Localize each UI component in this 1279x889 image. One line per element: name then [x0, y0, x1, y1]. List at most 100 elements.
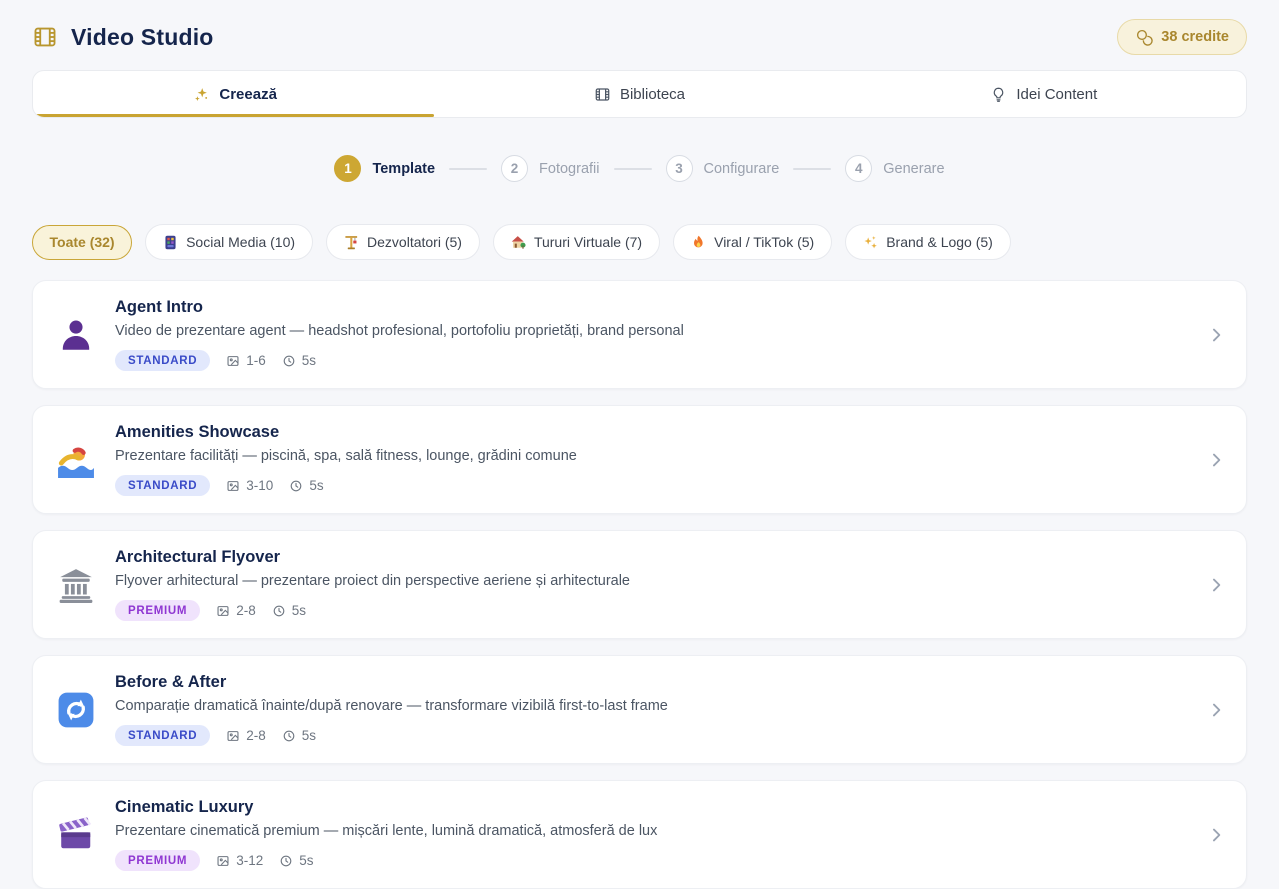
chevron-right-icon	[1206, 575, 1226, 595]
template-description: Comparație dramatică înainte/după renova…	[115, 698, 1194, 714]
step-label: Template	[372, 161, 435, 177]
template-description: Video de prezentare agent — headshot pro…	[115, 323, 1194, 339]
chevron-right-icon	[1206, 700, 1226, 720]
template-list: Agent Intro Video de prezentare agent — h…	[32, 280, 1247, 889]
tab-label: Creează	[219, 86, 277, 103]
filter-chip-viral-tiktok-5[interactable]: Viral / TikTok (5)	[673, 224, 832, 260]
card-body: Cinematic Luxury Prezentare cinematică pr…	[115, 798, 1194, 871]
tab-creeaz[interactable]: Creează	[33, 71, 437, 117]
photo-count: 2-8	[216, 603, 256, 618]
video-studio-page: Video Studio 38 credite Creează Bibliotec…	[0, 0, 1279, 889]
template-title: Amenities Showcase	[115, 423, 1194, 442]
card-body: Amenities ShowcasePrezentare facilități …	[115, 423, 1194, 496]
image-icon	[216, 604, 230, 618]
template-card-architectural-flyover[interactable]: Architectural Flyover Flyover arhitectura…	[32, 530, 1247, 639]
house-icon	[511, 235, 526, 250]
photo-count: 3-12	[216, 853, 263, 868]
template-description: Prezentare cinematică premium — mișcări …	[115, 823, 1194, 839]
bulb-icon	[990, 86, 1007, 103]
photo-count: 1-6	[226, 353, 266, 368]
clapper-icon	[57, 816, 115, 854]
card-meta: STANDARD 1-6 5s	[115, 350, 1194, 371]
filter-chip-brand-logo-5[interactable]: Brand & Logo (5)	[845, 224, 1011, 260]
step-connector	[614, 168, 652, 170]
tier-badge: STANDARD	[115, 475, 210, 496]
tab-label: Biblioteca	[620, 86, 685, 103]
photo-count-value: 2-8	[236, 603, 256, 618]
duration: 5s	[282, 728, 316, 743]
duration-value: 5s	[302, 353, 316, 368]
filter-chip-social-media-10[interactable]: Social Media (10)	[145, 224, 313, 260]
step-configurare: 3Configurare	[666, 155, 780, 182]
card-meta: PREMIUM3-125s	[115, 850, 1194, 871]
step-connector	[449, 168, 487, 170]
template-description: Flyover arhitectural — prezentare proiec…	[115, 573, 1194, 589]
template-card-amenities-showcase[interactable]: Amenities ShowcasePrezentare facilități …	[32, 405, 1247, 514]
photo-count-value: 2-8	[246, 728, 266, 743]
tab-biblioteca[interactable]: Biblioteca	[437, 71, 841, 117]
page-title: Video Studio	[71, 24, 214, 51]
photo-count-value: 3-10	[246, 478, 273, 493]
crane-icon	[344, 235, 359, 250]
header: Video Studio 38 credite	[32, 14, 1247, 60]
film-icon	[594, 86, 611, 103]
chip-label: Dezvoltatori (5)	[367, 234, 462, 250]
image-icon	[226, 479, 240, 493]
sparkles-icon	[863, 235, 878, 250]
step-connector	[793, 168, 831, 170]
credits-badge[interactable]: 38 credite	[1117, 19, 1247, 55]
template-title: Agent Intro	[115, 298, 1194, 317]
duration: 5s	[282, 353, 316, 368]
photo-count-value: 1-6	[246, 353, 266, 368]
template-title: Cinematic Luxury	[115, 798, 1194, 817]
tier-badge: STANDARD	[115, 350, 210, 371]
clock-icon	[279, 854, 293, 868]
clock-icon	[289, 479, 303, 493]
credits-label: 38 credite	[1161, 29, 1229, 45]
step-generare: 4Generare	[845, 155, 944, 182]
agent-icon	[57, 316, 115, 354]
wizard-stepper: 1 Template 2Fotografii 3Configurare 4Generar…	[32, 155, 1247, 182]
step-template: 1 Template	[334, 155, 435, 182]
social-icon	[163, 235, 178, 250]
duration-value: 5s	[299, 853, 313, 868]
duration-value: 5s	[292, 603, 306, 618]
filter-chip-dezvoltatori-5[interactable]: Dezvoltatori (5)	[326, 224, 480, 260]
tab-idei-content[interactable]: Idei Content	[842, 71, 1246, 117]
chip-label: Viral / TikTok (5)	[714, 234, 814, 250]
step-fotografii: 2Fotografii	[501, 155, 599, 182]
template-title: Architectural Flyover	[115, 548, 1194, 567]
template-card-agent-intro[interactable]: Agent Intro Video de prezentare agent — h…	[32, 280, 1247, 389]
chevron-right-icon	[1206, 450, 1226, 470]
tab-bar: Creează Biblioteca Idei Content	[32, 70, 1247, 118]
duration-value: 5s	[302, 728, 316, 743]
swimmer-icon	[57, 441, 115, 479]
template-card-cinematic-luxury[interactable]: Cinematic Luxury Prezentare cinematică pr…	[32, 780, 1247, 889]
tab-label: Idei Content	[1016, 86, 1097, 103]
image-icon	[216, 854, 230, 868]
card-body: Agent Intro Video de prezentare agent — h…	[115, 298, 1194, 371]
duration: 5s	[279, 853, 313, 868]
template-card-before-after[interactable]: Before & AfterComparație dramatică înain…	[32, 655, 1247, 764]
step-number: 1	[334, 155, 361, 182]
photo-count: 2-8	[226, 728, 266, 743]
coins-icon	[1135, 28, 1153, 46]
chip-label: Social Media (10)	[186, 234, 295, 250]
image-icon	[226, 729, 240, 743]
step-label: Generare	[883, 161, 944, 177]
filter-chip-toate-32[interactable]: Toate (32)	[32, 225, 132, 260]
step-label: Fotografii	[539, 161, 599, 177]
card-body: Before & AfterComparație dramatică înain…	[115, 673, 1194, 746]
image-icon	[226, 354, 240, 368]
clock-icon	[282, 354, 296, 368]
card-meta: PREMIUM2-85s	[115, 600, 1194, 621]
step-number: 3	[666, 155, 693, 182]
chip-label: Tururi Virtuale (7)	[534, 234, 642, 250]
card-meta: STANDARD 2-8 5s	[115, 725, 1194, 746]
photo-count: 3-10	[226, 478, 273, 493]
filter-chip-tururi-virtuale-7[interactable]: Tururi Virtuale (7)	[493, 224, 660, 260]
film-icon	[32, 24, 58, 50]
tier-badge: STANDARD	[115, 725, 210, 746]
chevron-right-icon	[1206, 825, 1226, 845]
chip-label: Brand & Logo (5)	[886, 234, 993, 250]
